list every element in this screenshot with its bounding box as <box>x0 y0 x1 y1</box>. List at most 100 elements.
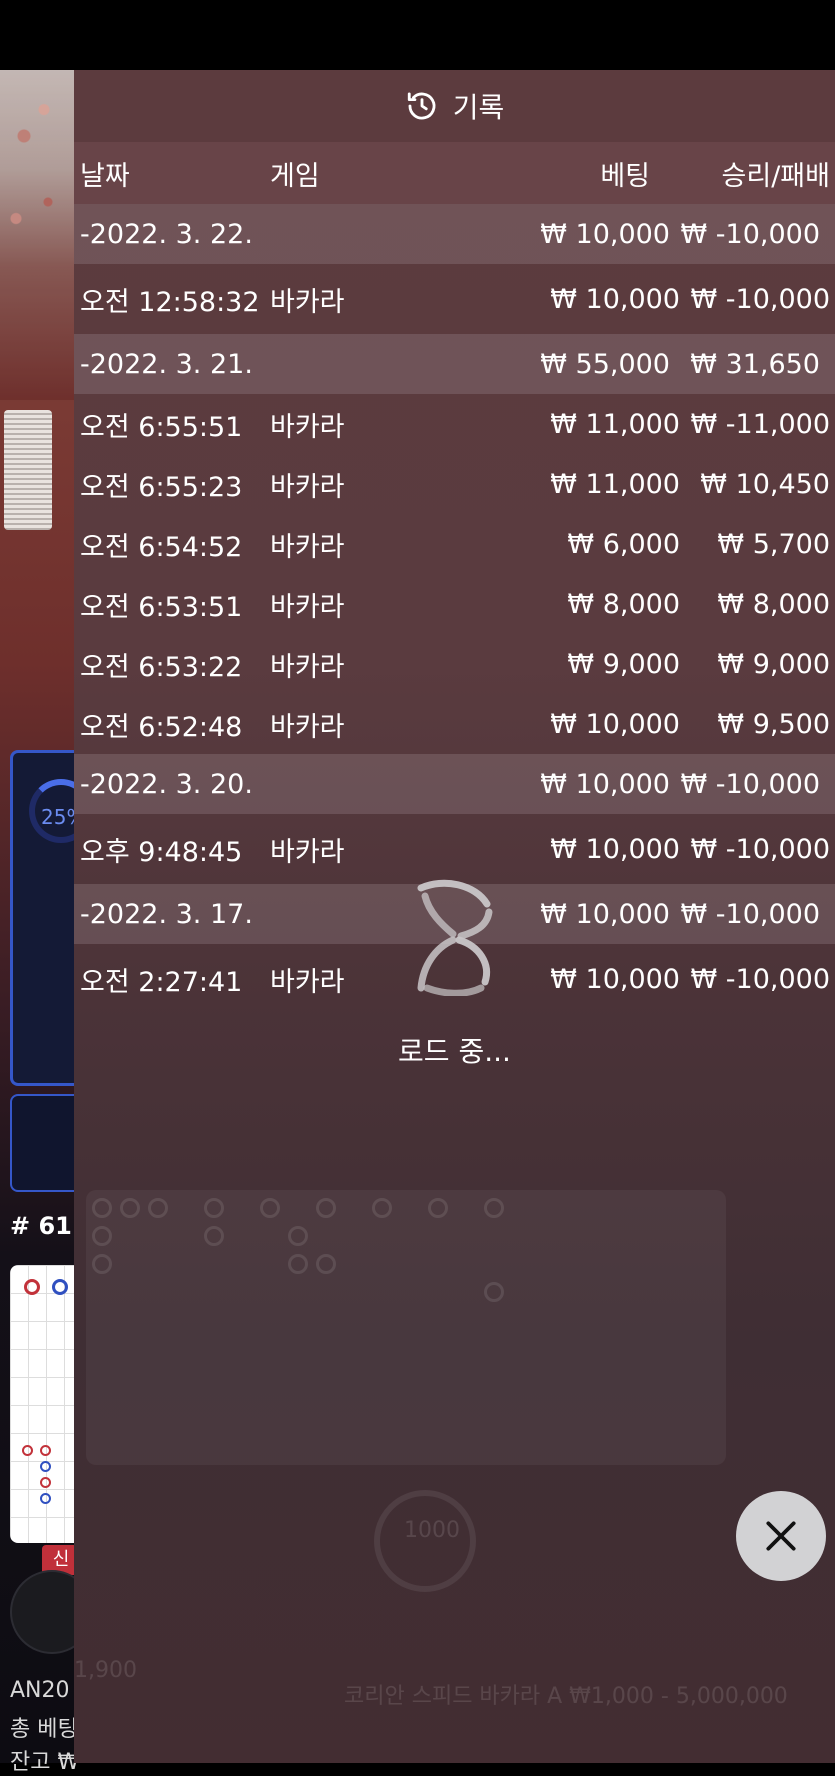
ghost-road-marker <box>120 1198 140 1218</box>
group-result: ₩ -10,000 <box>680 768 821 800</box>
card-stack-image <box>4 410 52 530</box>
ghost-road-grid <box>86 1190 726 1465</box>
entry-time: 오후 9:48:45 <box>80 836 243 868</box>
table-header: 날짜 게임 베팅 승리/패배 <box>74 142 835 204</box>
group-bet: ₩ 10,000 <box>540 768 670 800</box>
panel-header: 기록 <box>74 70 835 142</box>
entry-result: ₩ 9,000 <box>717 648 830 680</box>
player-id: AN20 <box>10 1678 70 1703</box>
history-icon <box>407 92 436 120</box>
entry-game: 바카라 <box>270 591 345 623</box>
history-row[interactable]: 오전 6:55:51 바카라 ₩ 11,000 ₩ -11,000 <box>74 394 835 454</box>
ghost-road-marker <box>428 1198 448 1218</box>
entry-game: 바카라 <box>270 471 345 503</box>
entry-time: 오전 2:27:41 <box>80 966 243 998</box>
panel-title: 기록 <box>452 91 505 124</box>
entry-result: ₩ 10,450 <box>700 468 830 500</box>
shoe-number: # 61 <box>10 1212 72 1240</box>
entry-bet: ₩ 8,000 <box>567 588 680 620</box>
road-marker-banker <box>24 1279 40 1295</box>
game-background: 25% # 61 신 AN20 총 베팅 잔고 ₩ <box>0 70 94 1775</box>
spinner-icon <box>417 879 493 996</box>
entry-result: ₩ 5,700 <box>717 528 830 560</box>
column-bet: 베팅 <box>600 160 650 192</box>
road-marker-banker <box>22 1445 33 1456</box>
history-row[interactable]: 오전 12:58:32 바카라 ₩ 10,000 ₩ -10,000 <box>74 264 835 334</box>
ghost-road-marker <box>204 1198 224 1218</box>
entry-game: 바카라 <box>270 711 345 743</box>
ghost-chip-value: 1000 <box>404 1518 460 1543</box>
cherry-blossom-decor <box>0 70 80 400</box>
history-row[interactable]: 오전 6:53:51 바카라 ₩ 8,000 ₩ 8,000 <box>74 574 835 634</box>
ghost-balance-value: 1,900 <box>74 1658 137 1683</box>
entry-bet: ₩ 10,000 <box>550 283 680 315</box>
ghost-road-marker <box>288 1254 308 1274</box>
road-marker-player <box>52 1279 68 1295</box>
entry-time: 오전 12:58:32 <box>80 286 260 318</box>
ghost-road-marker <box>316 1198 336 1218</box>
group-result: ₩ -10,000 <box>680 218 821 250</box>
entry-bet: ₩ 10,000 <box>550 833 680 865</box>
group-bet: ₩ 10,000 <box>540 218 670 250</box>
entry-game: 바카라 <box>270 411 345 443</box>
entry-bet: ₩ 9,000 <box>567 648 680 680</box>
entry-game: 바카라 <box>270 836 345 868</box>
entry-time: 오전 6:54:52 <box>80 531 243 563</box>
ghost-road-marker <box>288 1226 308 1246</box>
close-icon <box>766 1521 796 1551</box>
entry-result: ₩ -10,000 <box>690 283 831 315</box>
group-date: -2022. 3. 21. <box>80 348 253 380</box>
entry-time: 오전 6:55:23 <box>80 471 243 503</box>
entry-game: 바카라 <box>270 531 345 563</box>
ghost-road-marker <box>92 1226 112 1246</box>
date-group-row[interactable]: -2022. 3. 20. ₩ 10,000 ₩ -10,000 <box>74 754 835 814</box>
total-bet-label: 총 베팅 <box>10 1717 78 1742</box>
date-group-row[interactable]: -2022. 3. 22. ₩ 10,000 ₩ -10,000 <box>74 204 835 264</box>
road-marker-banker <box>40 1477 51 1488</box>
ghost-road-marker <box>372 1198 392 1218</box>
group-date: -2022. 3. 20. <box>80 768 253 800</box>
road-marker-banker <box>40 1445 51 1456</box>
group-date: -2022. 3. 22. <box>80 218 253 250</box>
entry-game: 바카라 <box>270 651 345 683</box>
ghost-road-marker <box>316 1254 336 1274</box>
entry-bet: ₩ 11,000 <box>550 408 680 440</box>
group-bet: ₩ 55,000 <box>540 348 670 380</box>
entry-result: ₩ 8,000 <box>717 588 830 620</box>
entry-time: 오전 6:55:51 <box>80 411 243 443</box>
entry-result: ₩ -10,000 <box>690 963 831 995</box>
history-row[interactable]: 오전 6:55:23 바카라 ₩ 11,000 ₩ 10,450 <box>74 454 835 514</box>
history-panel: 1000 1,900 코리안 스피드 바카라 A ₩1,000 - 5,000,… <box>74 70 835 1763</box>
close-button[interactable] <box>736 1491 826 1581</box>
history-row[interactable]: 오전 6:53:22 바카라 ₩ 9,000 ₩ 9,000 <box>74 634 835 694</box>
history-row[interactable]: 오전 6:54:52 바카라 ₩ 6,000 ₩ 5,700 <box>74 514 835 574</box>
ghost-road-marker <box>204 1226 224 1246</box>
column-game: 게임 <box>270 160 320 192</box>
bead-road <box>10 1265 80 1543</box>
ghost-table-title: 코리안 스피드 바카라 A ₩1,000 - 5,000,000 <box>344 1684 788 1709</box>
ghost-road-marker <box>260 1198 280 1218</box>
group-bet: ₩ 10,000 <box>540 898 670 930</box>
ghost-road-marker <box>92 1198 112 1218</box>
ghost-road-marker <box>484 1282 504 1302</box>
entry-time: 오전 6:53:51 <box>80 591 243 623</box>
group-result: ₩ 31,650 <box>690 348 820 380</box>
road-marker-player <box>40 1493 51 1504</box>
ghost-road-marker <box>92 1254 112 1274</box>
entry-game: 바카라 <box>270 966 345 998</box>
bet-progress-card[interactable]: 25% <box>10 750 93 1086</box>
history-row[interactable]: 오후 9:48:45 바카라 ₩ 10,000 ₩ -10,000 <box>74 814 835 884</box>
history-row[interactable]: 오전 6:52:48 바카라 ₩ 10,000 ₩ 9,500 <box>74 694 835 754</box>
entry-result: ₩ -10,000 <box>690 833 831 865</box>
group-result: ₩ -10,000 <box>680 898 821 930</box>
entry-game: 바카라 <box>270 286 345 318</box>
entry-bet: ₩ 11,000 <box>550 468 680 500</box>
bet-button-card[interactable] <box>10 1094 82 1192</box>
entry-result: ₩ -11,000 <box>690 408 831 440</box>
column-result: 승리/패배 <box>721 160 830 192</box>
column-date: 날짜 <box>80 160 130 192</box>
road-marker-player <box>40 1461 51 1472</box>
balance-label: 잔고 ₩ <box>10 1750 80 1775</box>
ghost-road-marker <box>484 1198 504 1218</box>
date-group-row[interactable]: -2022. 3. 21. ₩ 55,000 ₩ 31,650 <box>74 334 835 394</box>
